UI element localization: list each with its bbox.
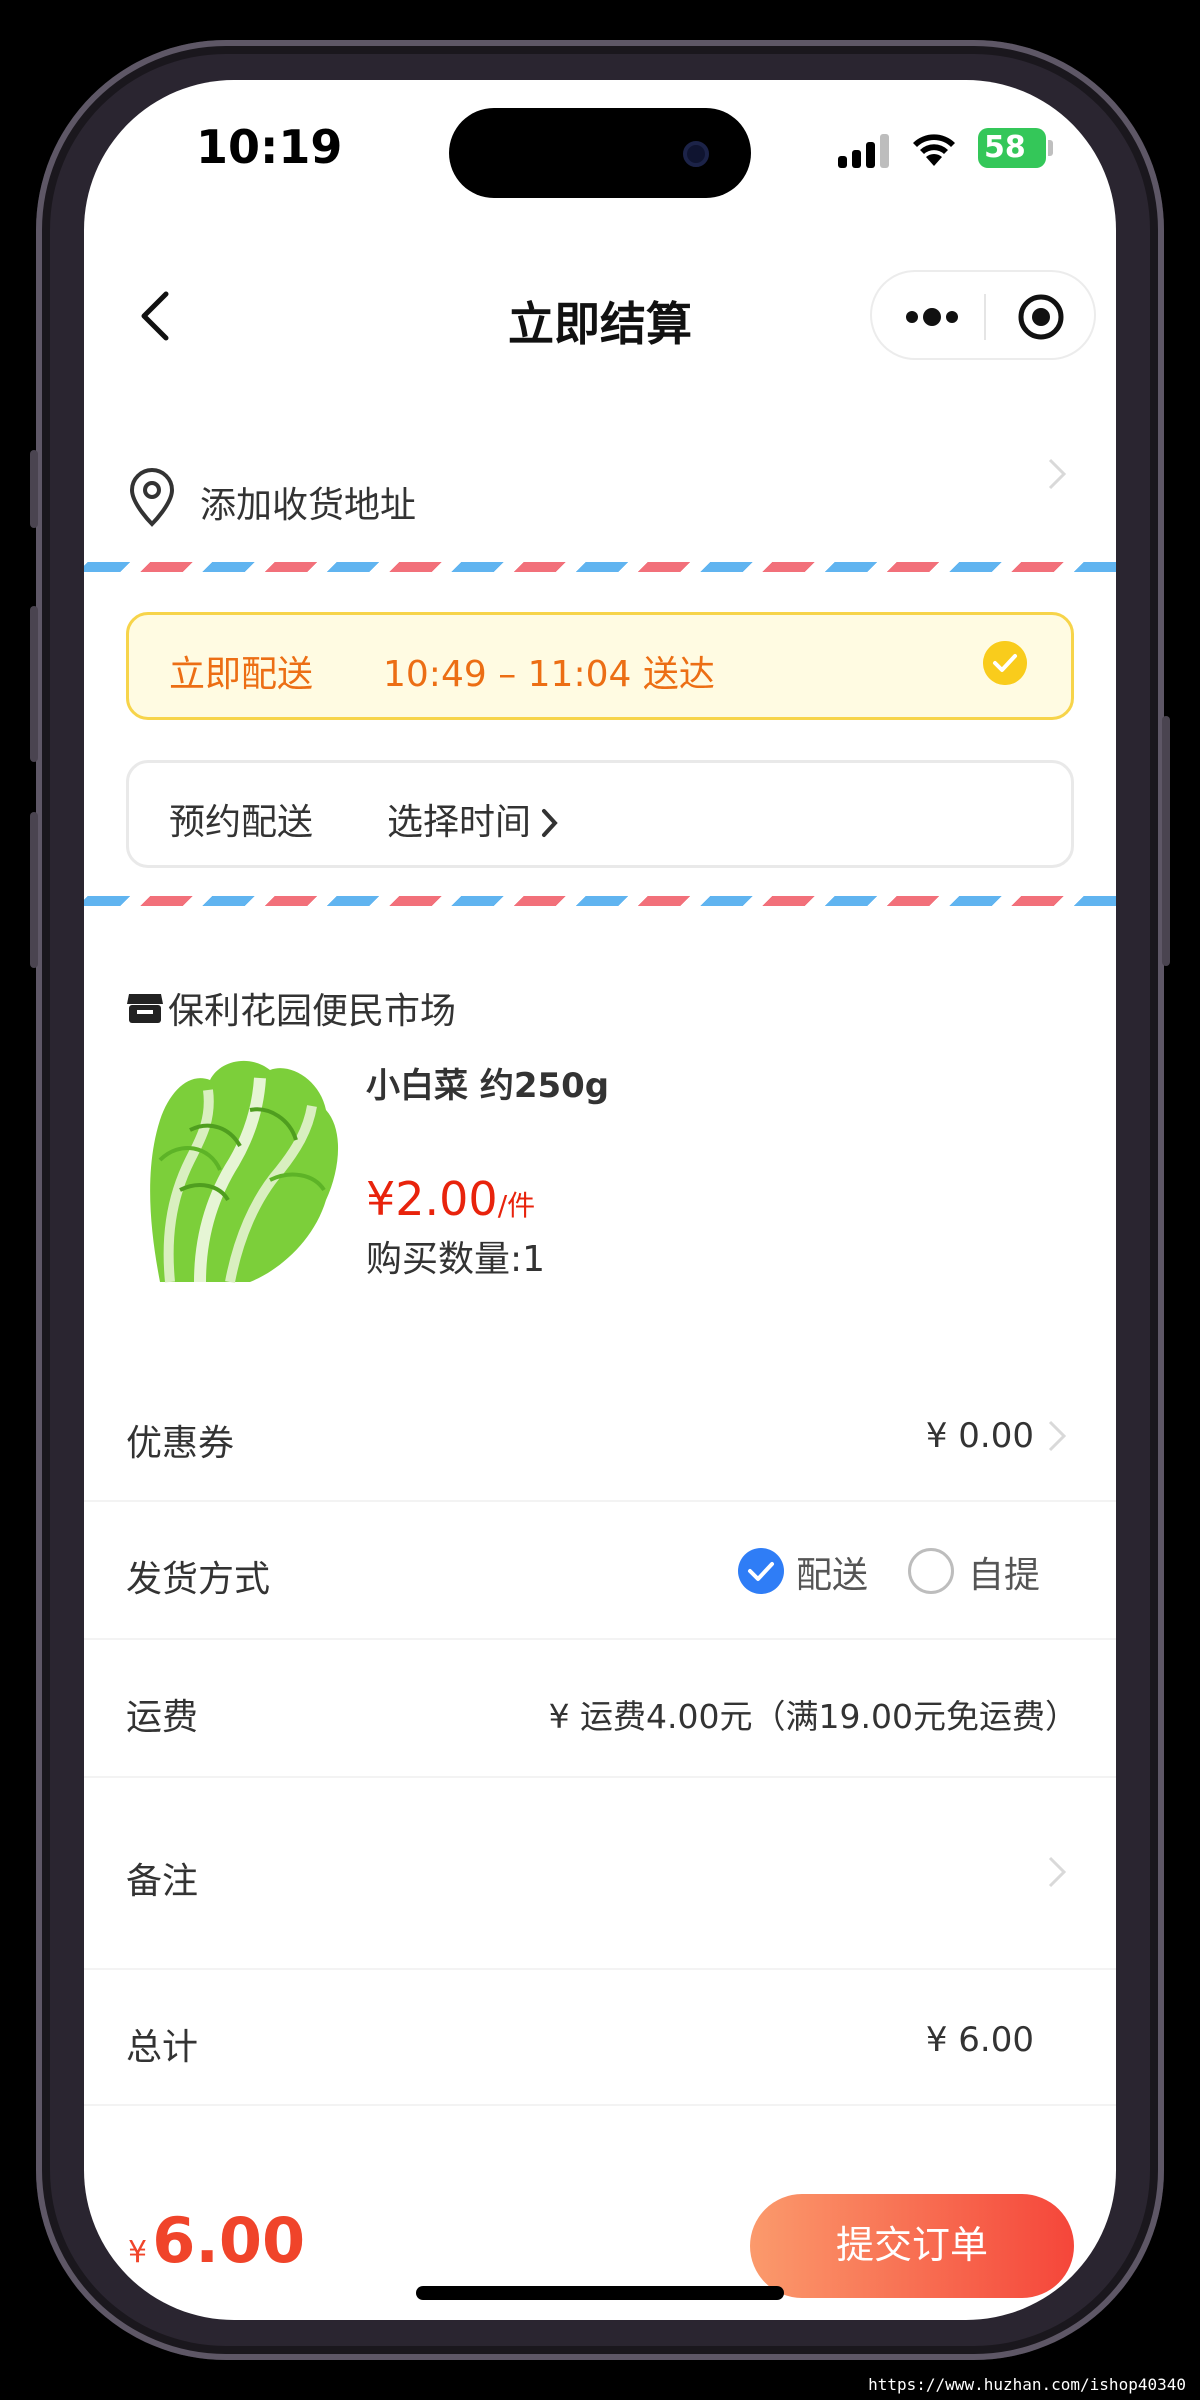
coupon-label: 优惠券 — [126, 1423, 235, 1464]
chevron-right-icon — [542, 809, 558, 837]
scheduled-delivery-option[interactable]: 预约配送 选择时间 — [126, 760, 1074, 868]
store-name: 保利花园便民市场 — [168, 991, 457, 1032]
note-row[interactable]: 备注 — [84, 1778, 1116, 1970]
purchase-quantity: 购买数量:1 — [366, 1239, 546, 1280]
total-label: 总计 — [126, 2027, 199, 2068]
watermark: https://www.huzhan.com/ishop40340 — [868, 2375, 1186, 2394]
volume-up-button — [30, 606, 38, 762]
freight-row: 运费 ¥ 运费4.00元（满19.00元免运费） — [84, 1640, 1116, 1778]
shipping-method-label: 发货方式 — [126, 1559, 271, 1600]
phone-screen: 10:19 58 立即结算 添加收货地址 立即配送 10:49 – 11:04 … — [84, 80, 1116, 2320]
location-pin-icon — [129, 468, 175, 527]
chevron-right-icon — [1048, 1420, 1067, 1452]
wifi-icon — [913, 134, 955, 166]
instant-delivery-option[interactable]: 立即配送 10:49 – 11:04 送达 — [126, 612, 1074, 720]
battery-icon: 58 — [978, 128, 1053, 168]
status-time: 10:19 — [196, 120, 343, 174]
footer-total: ¥ 6.00 — [128, 2204, 305, 2277]
capsule-divider — [984, 294, 986, 340]
price-unit: /件 — [497, 1189, 536, 1222]
airmail-divider-top — [84, 562, 1116, 572]
product-price: ¥2.00/件 — [366, 1172, 535, 1226]
radio-checked-icon[interactable] — [738, 1548, 784, 1594]
delivery-option-label[interactable]: 配送 — [796, 1546, 868, 1598]
submit-order-button[interactable]: 提交订单 — [750, 2194, 1074, 2298]
dynamic-island — [449, 108, 751, 198]
scheduled-delivery-label: 预约配送 — [169, 802, 314, 843]
battery-level: 58 — [984, 130, 1026, 165]
footer-total-amount: 6.00 — [152, 2204, 306, 2277]
add-address-label: 添加收货地址 — [200, 485, 417, 526]
freight-value: ¥ 运费4.00元（满19.00元免运费） — [548, 1697, 1078, 1736]
radio-unchecked-icon[interactable] — [908, 1548, 954, 1594]
freight-label: 运费 — [126, 1697, 199, 1738]
product-image[interactable] — [130, 1050, 344, 1288]
coupon-row[interactable]: 优惠券 ¥ 0.00 — [84, 1370, 1116, 1502]
check-circle-icon — [983, 641, 1027, 685]
camera-icon — [683, 141, 709, 167]
home-indicator[interactable] — [416, 2286, 784, 2300]
chevron-right-icon — [1048, 458, 1067, 490]
airmail-divider-bottom — [84, 896, 1116, 906]
pickup-option-label[interactable]: 自提 — [968, 1546, 1040, 1598]
footer-currency: ¥ — [128, 2235, 148, 2270]
miniprogram-capsule — [870, 270, 1096, 360]
nav-bar: 立即结算 — [84, 270, 1116, 360]
total-value: ¥ 6.00 — [925, 2020, 1034, 2060]
more-icon[interactable] — [902, 294, 962, 340]
select-time-link[interactable]: 选择时间 — [387, 793, 559, 845]
select-time-label: 选择时间 — [387, 802, 532, 843]
chevron-right-icon — [1048, 1856, 1067, 1888]
instant-delivery-label: 立即配送 — [169, 654, 314, 695]
power-button — [1162, 716, 1170, 966]
total-row: 总计 ¥ 6.00 — [84, 1970, 1116, 2106]
product-name: 小白菜 约250g — [366, 1066, 610, 1106]
action-button — [30, 450, 38, 528]
coupon-value: ¥ 0.00 — [925, 1416, 1034, 1456]
instant-delivery-time: 10:49 – 11:04 送达 — [383, 654, 715, 695]
store-header: 保利花园便民市场 — [126, 978, 456, 1038]
status-bar: 10:19 58 — [84, 80, 1116, 200]
shipping-method-row: 发货方式 配送 自提 — [84, 1502, 1116, 1640]
note-label: 备注 — [126, 1861, 199, 1902]
price-amount: ¥2.00 — [366, 1172, 498, 1226]
add-address-row[interactable]: 添加收货地址 — [84, 440, 1116, 560]
cellular-signal-icon — [838, 132, 889, 168]
store-icon — [127, 994, 163, 1023]
volume-down-button — [30, 812, 38, 968]
close-miniprogram-icon[interactable] — [1016, 292, 1066, 342]
